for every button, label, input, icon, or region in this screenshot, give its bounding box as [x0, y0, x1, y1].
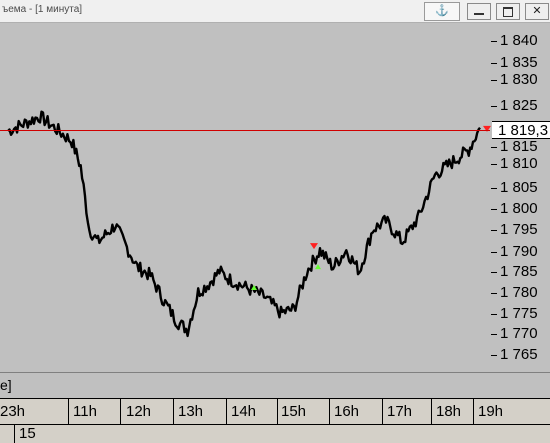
price-chart-svg	[7, 110, 491, 338]
time-tick-label: 19h	[478, 403, 504, 420]
time-tick-label: 15h	[281, 403, 307, 420]
close-icon: ✕	[532, 5, 542, 17]
time-tick-label: 11h	[73, 403, 97, 420]
time-separator	[382, 399, 383, 425]
current-price-line	[0, 130, 490, 131]
time-tick-label: 16h	[334, 403, 360, 420]
price-tick	[491, 164, 497, 165]
time-separator	[173, 399, 174, 425]
indicator-label: e]	[0, 377, 12, 393]
price-tick-label: 1 765	[500, 346, 538, 363]
price-tick-label: 1 825	[500, 97, 538, 114]
price-tick-label: 1 795	[500, 221, 538, 238]
price-tick	[491, 314, 497, 315]
time-separator	[329, 399, 330, 425]
minimize-button[interactable]	[467, 3, 491, 20]
time-axis: 23h 11h 12h 13h 14h 15h 16h 17h 18h 19h	[0, 398, 550, 425]
time-separator	[68, 399, 69, 425]
date-separator	[14, 425, 15, 443]
date-axis: 15	[0, 424, 550, 443]
price-tick	[491, 230, 497, 231]
price-tick-label: 1 810	[500, 155, 538, 172]
close-button[interactable]: ✕	[525, 3, 549, 20]
price-tick-label: 1 790	[500, 243, 538, 260]
price-tick-label: 1 830	[500, 71, 538, 88]
maximize-icon	[503, 7, 513, 17]
time-separator	[431, 399, 432, 425]
price-tick	[491, 80, 497, 81]
time-separator	[120, 399, 121, 425]
maximize-button[interactable]	[496, 3, 520, 20]
time-tick-label: 23h	[0, 403, 26, 420]
time-tick-label: 18h	[436, 403, 462, 420]
price-tick-label: 1 835	[500, 54, 538, 71]
price-tick-label: 1 775	[500, 305, 538, 322]
window-title: ъема - [1 минута]	[2, 4, 83, 15]
price-tick-label: 1 780	[500, 284, 538, 301]
price-tick	[491, 41, 497, 42]
time-separator	[226, 399, 227, 425]
price-tick-label: 1 785	[500, 263, 538, 280]
price-tick-label: 1 805	[500, 179, 538, 196]
time-tick-label: 12h	[126, 403, 152, 420]
price-tick-label: 1 840	[500, 32, 538, 49]
price-tick	[491, 355, 497, 356]
price-tick	[491, 63, 497, 64]
price-tick	[491, 272, 497, 273]
price-tick-label: 1 815	[500, 138, 538, 155]
minimize-icon	[474, 13, 484, 15]
buy-marker	[315, 264, 321, 270]
time-tick-label: 14h	[231, 403, 257, 420]
time-separator	[473, 399, 474, 425]
price-tick	[491, 106, 497, 107]
time-separator	[277, 399, 278, 425]
price-tick	[491, 188, 497, 189]
price-tick-label: 1 800	[500, 200, 538, 217]
current-price-label: 1 819,3	[492, 121, 550, 139]
window-titlebar: ъема - [1 минута] ⚓ ✕	[0, 0, 550, 23]
anchor-button[interactable]: ⚓	[424, 2, 460, 21]
sell-marker	[310, 243, 318, 250]
price-series-line	[7, 110, 481, 338]
price-tick	[491, 209, 497, 210]
time-tick-label: 13h	[178, 403, 204, 420]
price-tick	[491, 252, 497, 253]
anchor-icon: ⚓	[435, 5, 449, 17]
date-label: 15	[19, 425, 36, 442]
time-tick-label: 17h	[387, 403, 413, 420]
price-tick	[491, 293, 497, 294]
price-tick-label: 1 770	[500, 325, 538, 342]
sell-marker	[483, 125, 491, 132]
price-tick	[491, 334, 497, 335]
indicator-panel[interactable]: e]	[0, 372, 550, 399]
price-tick	[491, 147, 497, 148]
